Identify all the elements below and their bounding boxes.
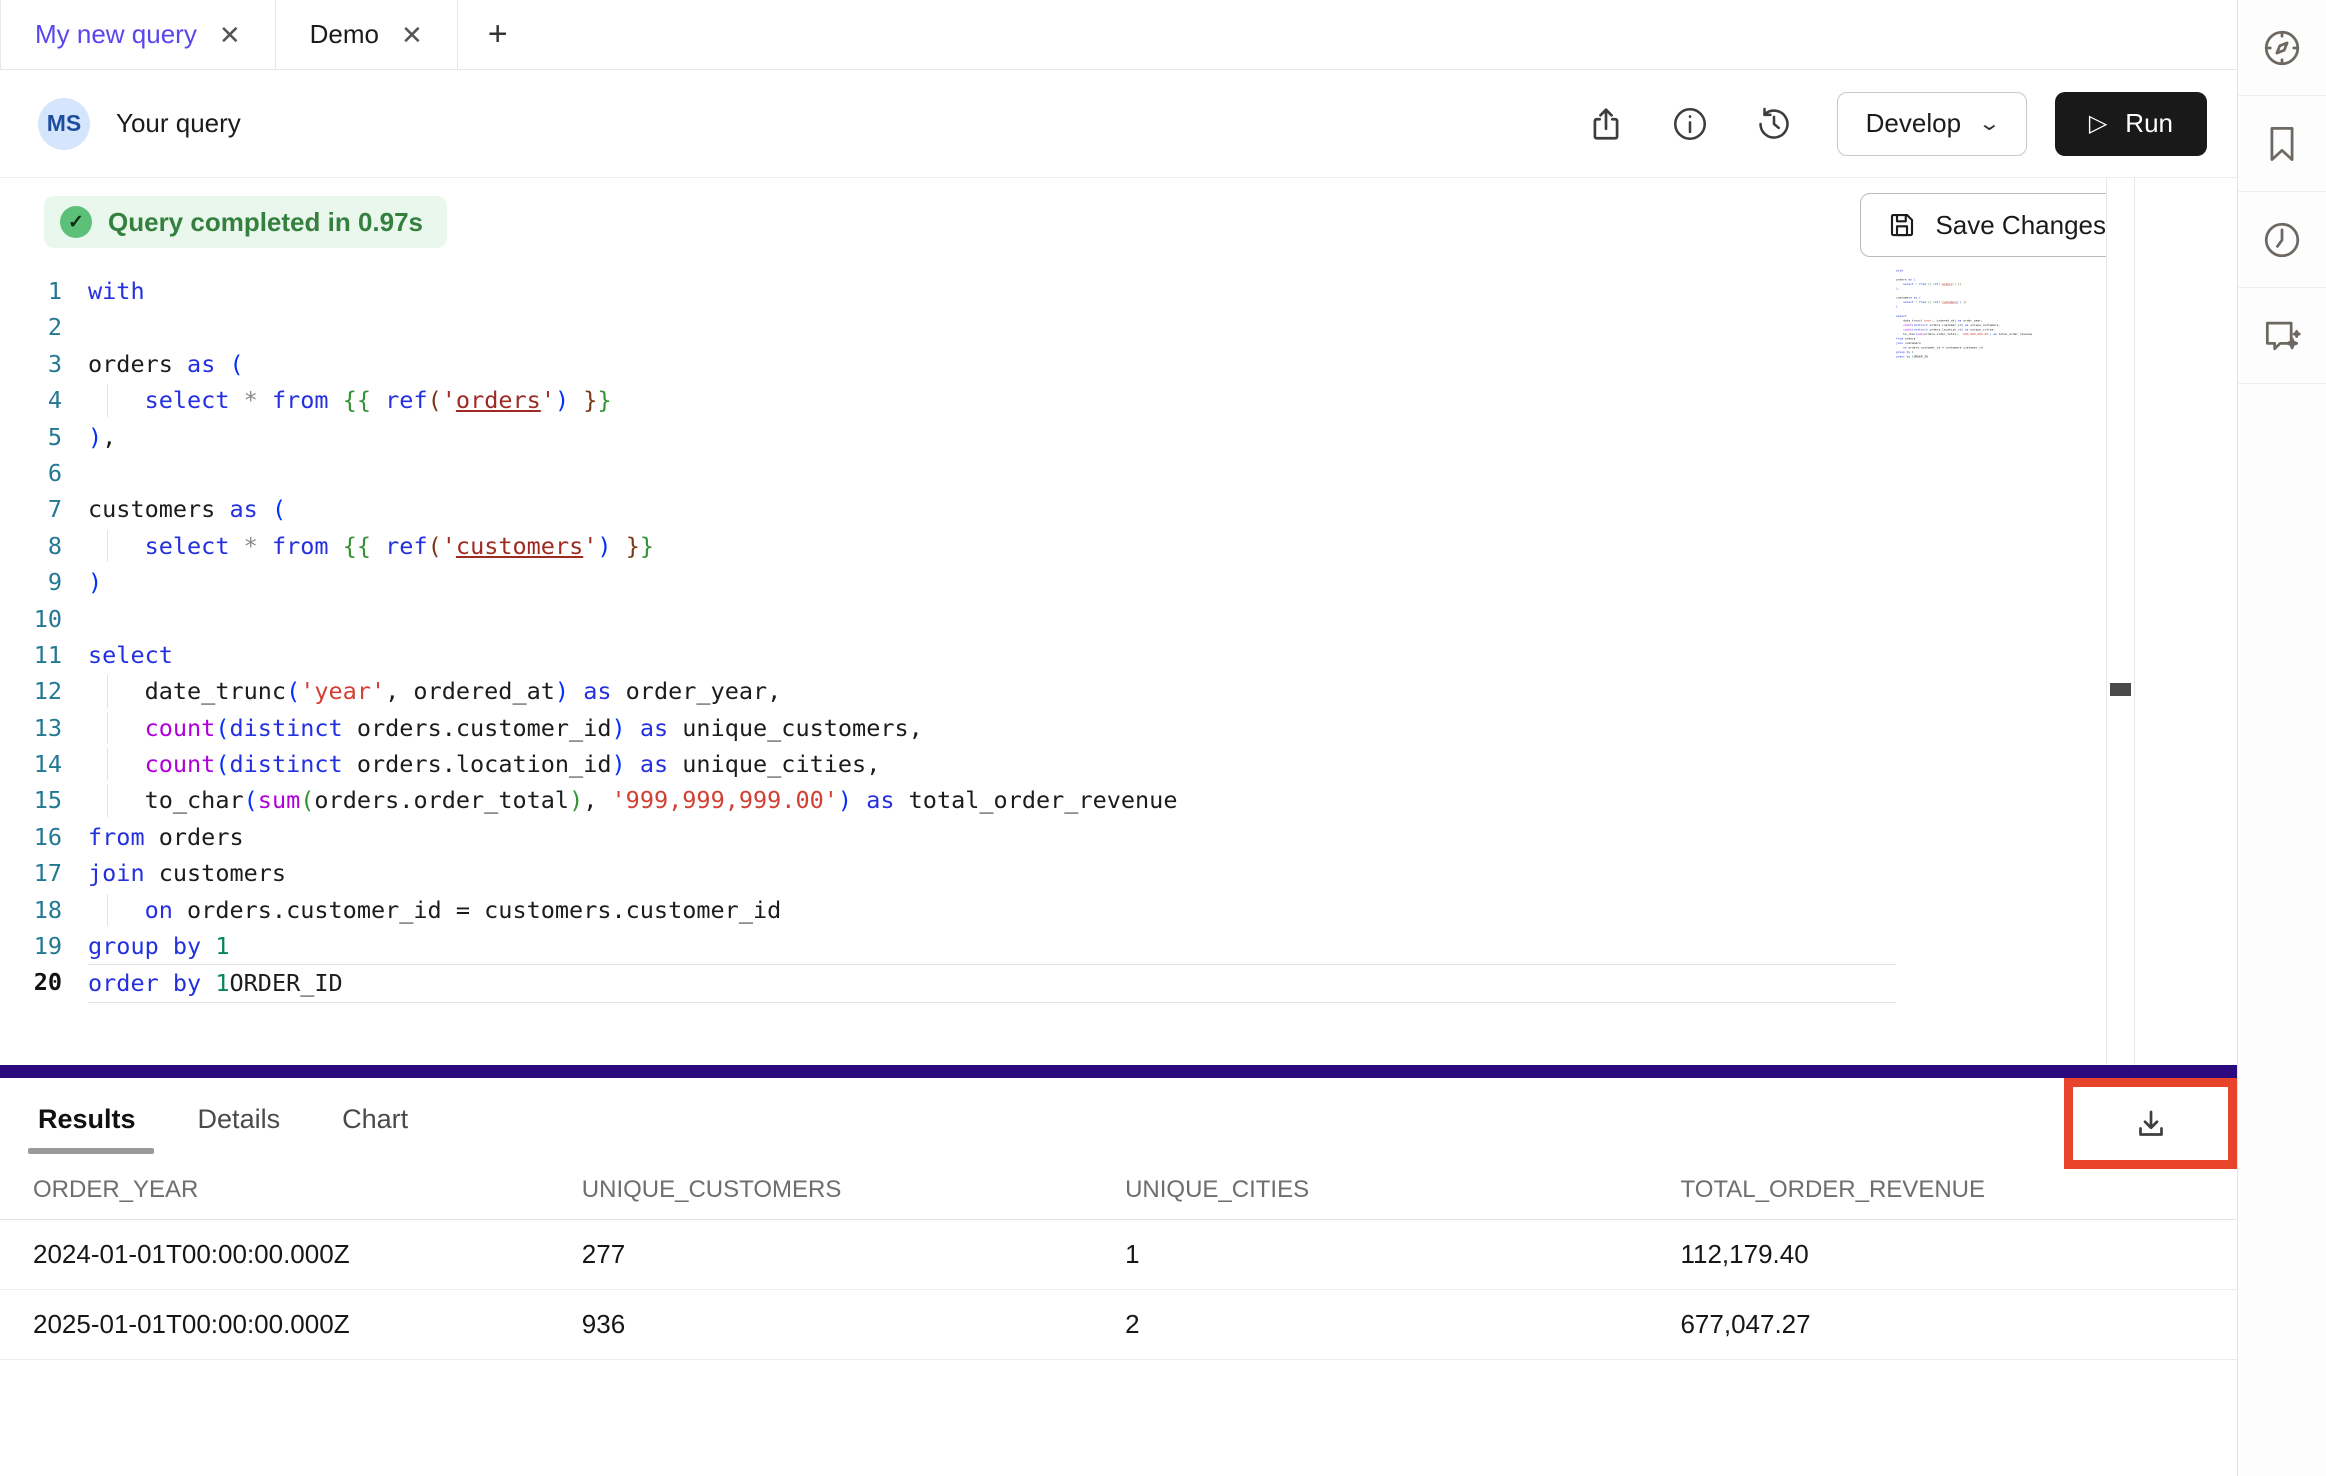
run-button[interactable]: ▷ Run	[2055, 92, 2207, 156]
column-header: TOTAL_ORDER_REVENUE	[1680, 1176, 2237, 1204]
column-header: ORDER_YEAR	[33, 1176, 582, 1204]
table-header-row: ORDER_YEARUNIQUE_CUSTOMERSUNIQUE_CITIEST…	[0, 1160, 2237, 1220]
play-icon: ▷	[2089, 109, 2107, 138]
results-tab-bar: Results Details Chart	[0, 1078, 2237, 1160]
table-cell: 112,179.40	[1680, 1239, 2237, 1270]
history-icon[interactable]	[1755, 105, 1793, 143]
tab-label: Demo	[310, 19, 379, 50]
save-label: Save Changes	[1935, 210, 2106, 241]
tab-chart[interactable]: Chart	[342, 1078, 408, 1160]
tab-bar: My new query ✕ Demo ✕ +	[0, 0, 2237, 70]
line-number: 10	[0, 601, 62, 637]
query-header: MS Your query Develop ⌄	[0, 70, 2237, 178]
page-title: Your query	[116, 108, 241, 139]
line-number: 15	[0, 782, 62, 818]
chevron-down-icon: ⌄	[1978, 111, 2001, 136]
line-number: 17	[0, 855, 62, 891]
line-number: 11	[0, 637, 62, 673]
line-number: 8	[0, 528, 62, 564]
results-panel: Results Details Chart ORDER_YEARUNIQUE_C…	[0, 1078, 2237, 1476]
tab-my-new-query[interactable]: My new query ✕	[0, 0, 276, 69]
line-number: 14	[0, 746, 62, 782]
run-label: Run	[2125, 108, 2173, 139]
compass-icon[interactable]	[2238, 0, 2326, 96]
annotation-highlight-box	[2064, 1078, 2237, 1169]
column-header: UNIQUE_CITIES	[1125, 1176, 1680, 1204]
line-number: 4	[0, 382, 62, 418]
check-icon: ✓	[60, 206, 92, 238]
save-changes-button[interactable]: Save Changes	[1860, 193, 2133, 257]
line-number: 12	[0, 673, 62, 709]
table-cell: 2025-01-01T00:00:00.000Z	[33, 1309, 582, 1340]
status-text: Query completed in 0.97s	[108, 207, 423, 238]
minimap[interactable]: withorders as ( select * from {{ ref('or…	[1896, 268, 2106, 1028]
line-number: 5	[0, 419, 62, 455]
table-cell: 2	[1125, 1309, 1680, 1340]
line-number: 3	[0, 346, 62, 382]
line-number: 19	[0, 928, 62, 964]
right-icon-sidebar	[2238, 0, 2326, 1476]
tab-details[interactable]: Details	[198, 1078, 281, 1160]
results-table: ORDER_YEARUNIQUE_CUSTOMERSUNIQUE_CITIEST…	[0, 1160, 2237, 1360]
line-number: 7	[0, 491, 62, 527]
download-icon[interactable]	[2133, 1106, 2169, 1142]
line-number: 9	[0, 564, 62, 600]
sql-editor[interactable]: ✓ Query completed in 0.97s Save Changes …	[0, 178, 2237, 1065]
scrollbar-thumb[interactable]	[2110, 683, 2131, 696]
tab-demo[interactable]: Demo ✕	[276, 0, 458, 69]
avatar: MS	[38, 98, 90, 150]
table-row[interactable]: 2025-01-01T00:00:00.000Z9362677,047.27	[0, 1290, 2237, 1360]
table-cell: 277	[582, 1239, 1125, 1270]
line-number: 20	[0, 964, 62, 1000]
chat-sparkle-icon[interactable]	[2238, 288, 2326, 384]
develop-dropdown[interactable]: Develop ⌄	[1837, 92, 2027, 156]
share-icon[interactable]	[1587, 105, 1625, 143]
line-number: 1	[0, 273, 62, 309]
line-number: 6	[0, 455, 62, 491]
tab-results[interactable]: Results	[38, 1078, 136, 1160]
clock-icon[interactable]	[2238, 192, 2326, 288]
save-icon	[1887, 210, 1917, 240]
new-tab-button[interactable]: +	[458, 0, 538, 69]
bookmark-icon[interactable]	[2238, 96, 2326, 192]
pane-resize-handle[interactable]	[0, 1065, 2237, 1078]
editor-scrollbar[interactable]	[2106, 178, 2135, 1065]
table-cell: 936	[582, 1309, 1125, 1340]
line-number: 2	[0, 309, 62, 345]
main-pane: My new query ✕ Demo ✕ + MS Your query	[0, 0, 2238, 1476]
close-icon[interactable]: ✕	[401, 22, 423, 48]
table-cell: 677,047.27	[1680, 1309, 2237, 1340]
develop-label: Develop	[1866, 108, 1961, 139]
line-number: 18	[0, 892, 62, 928]
line-number: 13	[0, 710, 62, 746]
close-icon[interactable]: ✕	[219, 22, 241, 48]
info-icon[interactable]	[1671, 105, 1709, 143]
app-window: My new query ✕ Demo ✕ + MS Your query	[0, 0, 2326, 1476]
column-header: UNIQUE_CUSTOMERS	[582, 1176, 1125, 1204]
status-badge: ✓ Query completed in 0.97s	[44, 196, 447, 248]
table-cell: 2024-01-01T00:00:00.000Z	[33, 1239, 582, 1270]
line-number: 16	[0, 819, 62, 855]
table-cell: 1	[1125, 1239, 1680, 1270]
tab-label: My new query	[35, 19, 197, 50]
table-row[interactable]: 2024-01-01T00:00:00.000Z2771112,179.40	[0, 1220, 2237, 1290]
code-line[interactable]: order by 1ORDER_ID	[1896, 354, 2106, 359]
